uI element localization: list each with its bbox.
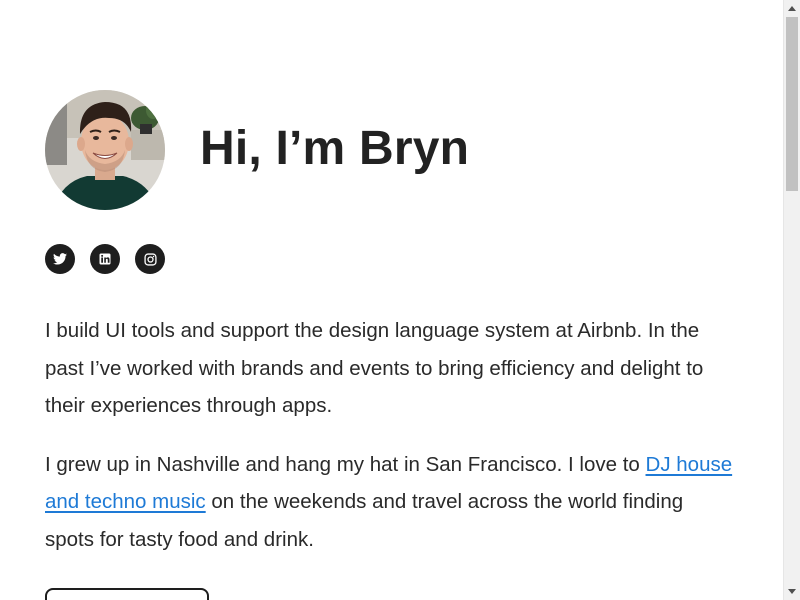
cta-button[interactable] [45, 588, 209, 600]
instagram-icon [143, 252, 157, 266]
twitter-icon [53, 253, 67, 265]
main-content: Hi, I’m Bryn I build UI tools and suppor… [45, 90, 745, 558]
bio-paragraph-2: I grew up in Nashville and hang my hat i… [45, 446, 735, 559]
page-title: Hi, I’m Bryn [200, 121, 470, 175]
portrait-photo [45, 90, 165, 210]
vertical-scrollbar[interactable] [783, 0, 800, 600]
scroll-up-arrow-icon[interactable] [784, 0, 800, 17]
profile-header: Hi, I’m Bryn [45, 90, 745, 210]
linkedin-link[interactable] [90, 244, 120, 274]
page: Hi, I’m Bryn I build UI tools and suppor… [0, 0, 783, 600]
avatar [45, 90, 165, 210]
scrollbar-thumb[interactable] [786, 17, 798, 191]
scroll-down-arrow-icon[interactable] [784, 583, 800, 600]
linkedin-icon [99, 253, 111, 265]
bio-text-before-link: I grew up in Nashville and hang my hat i… [45, 452, 646, 476]
social-links [45, 244, 745, 274]
bio-paragraph-1: I build UI tools and support the design … [45, 319, 704, 417]
instagram-link[interactable] [135, 244, 165, 274]
twitter-link[interactable] [45, 244, 75, 274]
